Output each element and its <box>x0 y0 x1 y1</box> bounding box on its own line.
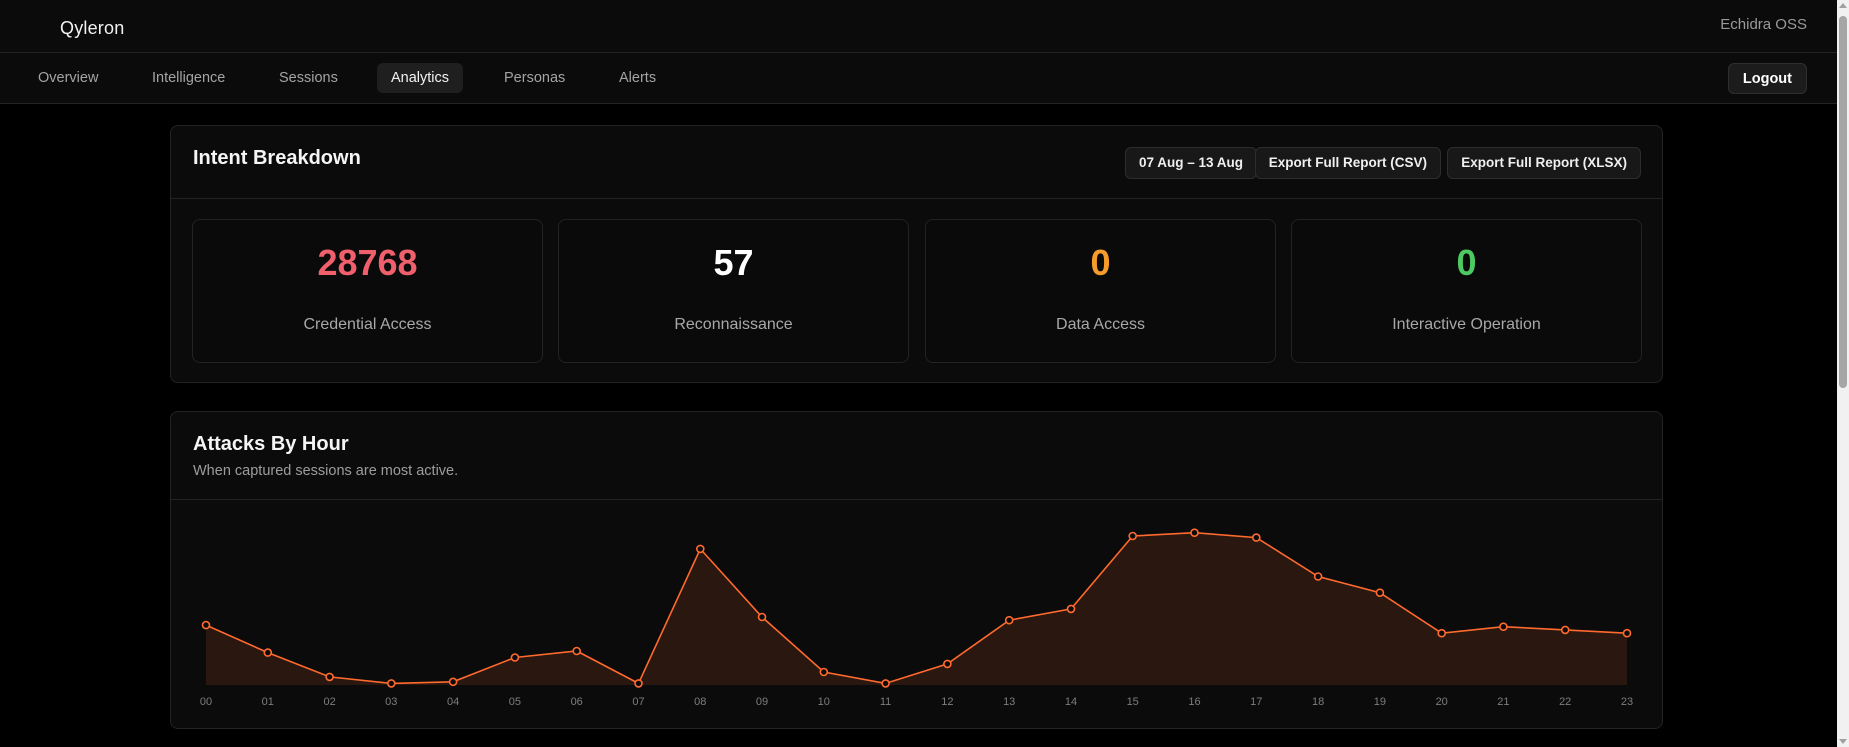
chart-point-01 <box>263 648 273 657</box>
chart-point-18 <box>1313 572 1323 581</box>
stat-label: Interactive Operation <box>1392 316 1541 333</box>
organization-name: Echidra OSS <box>1720 16 1807 33</box>
page-scrollbar[interactable] <box>1837 0 1849 747</box>
attacks-by-hour-card: Attacks By Hour When captured sessions a… <box>170 411 1663 729</box>
x-tick-label: 14 <box>1065 696 1077 708</box>
stat-card-reconnaissance: 57 Reconnaissance <box>558 219 909 363</box>
chart-point-07 <box>634 679 643 688</box>
chart-area-fill <box>206 532 1627 685</box>
tab-alerts[interactable]: Alerts <box>605 63 670 93</box>
x-tick-label: 23 <box>1621 696 1633 708</box>
chart-point-03 <box>387 679 396 688</box>
chart-point-09 <box>757 612 767 622</box>
export-xlsx-button[interactable]: Export Full Report (XLSX) <box>1447 147 1641 179</box>
tab-analytics[interactable]: Analytics <box>377 63 464 93</box>
stat-card-data-access: 0 Data Access <box>925 219 1276 363</box>
chart-point-12 <box>943 659 952 669</box>
stat-value: 0 <box>1456 242 1477 283</box>
chart-point-13 <box>1004 615 1014 625</box>
x-tick-label: 02 <box>323 696 335 708</box>
x-tick-label: 11 <box>880 696 891 708</box>
attacks-by-hour-title: Attacks By Hour <box>193 433 349 455</box>
chart-point-00 <box>201 620 211 630</box>
chart-point-15 <box>1128 531 1138 541</box>
main-nav: Overview Intelligence Sessions Analytics… <box>0 53 1837 104</box>
x-tick-label: 15 <box>1127 696 1139 708</box>
x-tick-label: 18 <box>1312 696 1324 708</box>
scroll-down-icon[interactable] <box>1839 739 1847 744</box>
x-tick-label: 20 <box>1436 696 1448 708</box>
brand-logo[interactable]: Qyleron <box>60 18 124 39</box>
x-tick-label: 08 <box>694 696 706 708</box>
chart-point-02 <box>325 672 334 682</box>
x-tick-label: 21 <box>1497 696 1509 708</box>
attacks-by-hour-chart: 00 01 02 03 04 05 06 07 08 09 10 11 12 13 14 15 16 17 18 19… <box>200 528 1633 708</box>
chart-point-21 <box>1499 622 1508 631</box>
x-tick-label: 07 <box>632 696 644 708</box>
x-tick-label: 12 <box>941 696 953 708</box>
stat-label: Credential Access <box>303 316 432 333</box>
x-tick-label: 06 <box>571 696 583 708</box>
stat-card-credential-access: 28768 Credential Access <box>192 219 543 363</box>
intent-breakdown-card: Intent Breakdown 07 Aug – 13 Aug Export … <box>170 125 1663 383</box>
intent-breakdown-header: Intent Breakdown 07 Aug – 13 Aug Export … <box>171 126 1662 199</box>
tab-overview[interactable]: Overview <box>24 63 112 93</box>
chart-point-11 <box>881 679 890 688</box>
x-tick-label: 03 <box>385 696 397 708</box>
logout-button[interactable]: Logout <box>1727 63 1807 94</box>
stat-value: 57 <box>713 242 754 283</box>
chart-point-20 <box>1437 628 1446 638</box>
chart-point-23 <box>1622 628 1632 638</box>
x-tick-label: 17 <box>1250 696 1262 708</box>
x-tick-label: 16 <box>1188 696 1200 708</box>
stat-value: 28768 <box>317 242 418 283</box>
chart-point-05 <box>510 653 520 662</box>
x-tick-label: 09 <box>756 696 768 708</box>
intent-breakdown-title: Intent Breakdown <box>193 147 361 169</box>
chart-point-14 <box>1066 604 1076 614</box>
chart-point-08 <box>695 544 705 554</box>
x-tick-label: 04 <box>447 696 459 708</box>
x-tick-label: 10 <box>818 696 830 708</box>
chart-point-19 <box>1375 588 1385 597</box>
top-bar: Qyleron Echidra OSS <box>0 0 1837 53</box>
scrollbar-thumb[interactable] <box>1839 16 1847 388</box>
stat-label: Data Access <box>1056 316 1145 333</box>
attacks-by-hour-header: Attacks By Hour When captured sessions a… <box>171 412 1662 500</box>
chart-point-04 <box>448 677 458 687</box>
tab-personas[interactable]: Personas <box>490 63 579 93</box>
tab-intelligence[interactable]: Intelligence <box>138 63 239 93</box>
tab-sessions[interactable]: Sessions <box>265 63 352 93</box>
attacks-by-hour-subtitle: When captured sessions are most active. <box>193 463 459 479</box>
export-csv-button[interactable]: Export Full Report (CSV) <box>1254 147 1441 179</box>
stat-value: 0 <box>1090 242 1111 283</box>
x-tick-label: 05 <box>509 696 521 708</box>
x-tick-label: 22 <box>1559 696 1571 708</box>
scroll-up-icon[interactable] <box>1839 3 1847 8</box>
x-tick-label: 19 <box>1374 696 1386 708</box>
chart-point-10 <box>819 667 829 677</box>
chart-point-22 <box>1560 625 1570 635</box>
stat-label: Reconnaissance <box>674 316 793 333</box>
x-tick-label: 13 <box>1003 696 1015 708</box>
chart-point-16 <box>1190 528 1199 538</box>
date-range-button[interactable]: 07 Aug – 13 Aug <box>1124 147 1257 179</box>
chart-point-06 <box>572 646 582 656</box>
chart-point-17 <box>1252 533 1261 542</box>
stat-card-interactive-operation: 0 Interactive Operation <box>1291 219 1642 363</box>
x-tick-label: 01 <box>262 696 274 708</box>
x-tick-label: 00 <box>200 696 212 708</box>
